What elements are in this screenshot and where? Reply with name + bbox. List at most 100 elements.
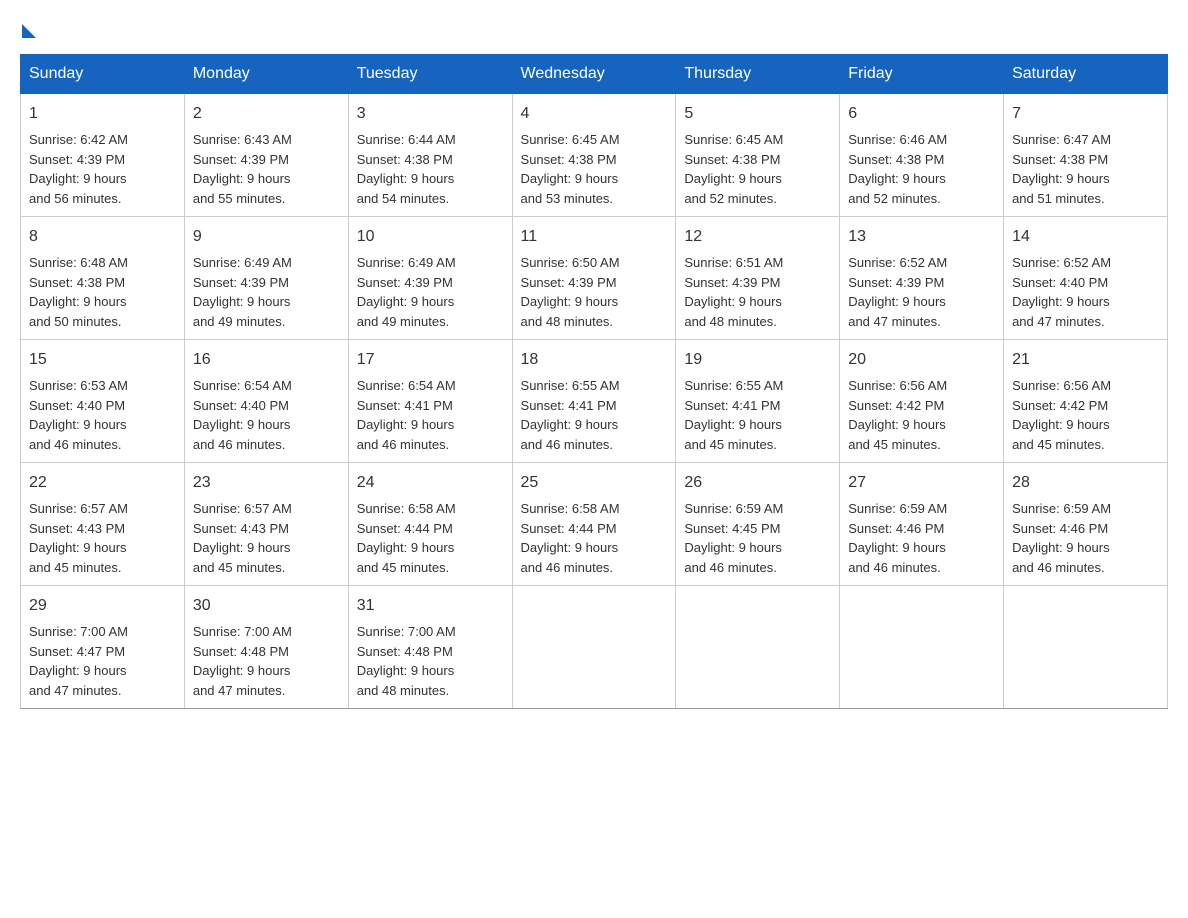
day-number: 20 [848, 348, 995, 372]
daylight-label: Daylight: 9 hours [357, 294, 455, 309]
day-number: 12 [684, 225, 831, 249]
calendar-cell [840, 586, 1004, 709]
daylight-label: Daylight: 9 hours [848, 417, 946, 432]
header-wednesday: Wednesday [512, 55, 676, 94]
sunset-label: Sunset: 4:48 PM [193, 644, 289, 659]
daylight-minutes: and 46 minutes. [848, 560, 941, 575]
day-number: 14 [1012, 225, 1159, 249]
calendar-cell: 10 Sunrise: 6:49 AM Sunset: 4:39 PM Dayl… [348, 217, 512, 340]
daylight-label: Daylight: 9 hours [521, 540, 619, 555]
sunset-label: Sunset: 4:46 PM [1012, 521, 1108, 536]
daylight-minutes: and 46 minutes. [193, 437, 286, 452]
daylight-minutes: and 45 minutes. [684, 437, 777, 452]
sunset-label: Sunset: 4:41 PM [357, 398, 453, 413]
calendar-cell: 3 Sunrise: 6:44 AM Sunset: 4:38 PM Dayli… [348, 94, 512, 217]
sunset-label: Sunset: 4:39 PM [193, 152, 289, 167]
daylight-minutes: and 47 minutes. [193, 683, 286, 698]
sunset-label: Sunset: 4:38 PM [29, 275, 125, 290]
sunset-label: Sunset: 4:40 PM [29, 398, 125, 413]
calendar-cell: 13 Sunrise: 6:52 AM Sunset: 4:39 PM Dayl… [840, 217, 1004, 340]
day-number: 5 [684, 102, 831, 126]
day-number: 21 [1012, 348, 1159, 372]
calendar-cell: 17 Sunrise: 6:54 AM Sunset: 4:41 PM Dayl… [348, 340, 512, 463]
sunrise-label: Sunrise: 6:42 AM [29, 132, 128, 147]
calendar-cell: 6 Sunrise: 6:46 AM Sunset: 4:38 PM Dayli… [840, 94, 1004, 217]
sunset-label: Sunset: 4:39 PM [848, 275, 944, 290]
daylight-label: Daylight: 9 hours [193, 417, 291, 432]
sunrise-label: Sunrise: 6:57 AM [29, 501, 128, 516]
day-number: 23 [193, 471, 340, 495]
sunrise-label: Sunrise: 6:52 AM [848, 255, 947, 270]
calendar-cell: 18 Sunrise: 6:55 AM Sunset: 4:41 PM Dayl… [512, 340, 676, 463]
daylight-minutes: and 46 minutes. [521, 560, 614, 575]
sunrise-label: Sunrise: 7:00 AM [29, 624, 128, 639]
sunrise-label: Sunrise: 6:44 AM [357, 132, 456, 147]
day-number: 19 [684, 348, 831, 372]
week-row-4: 22 Sunrise: 6:57 AM Sunset: 4:43 PM Dayl… [21, 463, 1168, 586]
daylight-label: Daylight: 9 hours [29, 540, 127, 555]
daylight-label: Daylight: 9 hours [684, 417, 782, 432]
week-row-1: 1 Sunrise: 6:42 AM Sunset: 4:39 PM Dayli… [21, 94, 1168, 217]
calendar-cell: 31 Sunrise: 7:00 AM Sunset: 4:48 PM Dayl… [348, 586, 512, 709]
calendar-cell: 1 Sunrise: 6:42 AM Sunset: 4:39 PM Dayli… [21, 94, 185, 217]
calendar-cell: 15 Sunrise: 6:53 AM Sunset: 4:40 PM Dayl… [21, 340, 185, 463]
daylight-minutes: and 51 minutes. [1012, 191, 1105, 206]
sunset-label: Sunset: 4:38 PM [848, 152, 944, 167]
sunset-label: Sunset: 4:44 PM [521, 521, 617, 536]
header-sunday: Sunday [21, 55, 185, 94]
day-number: 3 [357, 102, 504, 126]
sunrise-label: Sunrise: 6:54 AM [357, 378, 456, 393]
sunrise-label: Sunrise: 6:59 AM [684, 501, 783, 516]
day-number: 24 [357, 471, 504, 495]
daylight-minutes: and 45 minutes. [193, 560, 286, 575]
logo-arrow-icon [22, 24, 36, 38]
sunset-label: Sunset: 4:44 PM [357, 521, 453, 536]
sunset-label: Sunset: 4:38 PM [521, 152, 617, 167]
calendar-cell: 28 Sunrise: 6:59 AM Sunset: 4:46 PM Dayl… [1004, 463, 1168, 586]
calendar-header-row: SundayMondayTuesdayWednesdayThursdayFrid… [21, 55, 1168, 94]
calendar-cell: 29 Sunrise: 7:00 AM Sunset: 4:47 PM Dayl… [21, 586, 185, 709]
daylight-label: Daylight: 9 hours [357, 540, 455, 555]
calendar-cell: 4 Sunrise: 6:45 AM Sunset: 4:38 PM Dayli… [512, 94, 676, 217]
daylight-minutes: and 56 minutes. [29, 191, 122, 206]
daylight-label: Daylight: 9 hours [1012, 540, 1110, 555]
sunrise-label: Sunrise: 6:58 AM [357, 501, 456, 516]
daylight-minutes: and 52 minutes. [684, 191, 777, 206]
day-number: 8 [29, 225, 176, 249]
day-number: 6 [848, 102, 995, 126]
day-number: 10 [357, 225, 504, 249]
daylight-label: Daylight: 9 hours [193, 663, 291, 678]
sunrise-label: Sunrise: 6:53 AM [29, 378, 128, 393]
daylight-label: Daylight: 9 hours [1012, 171, 1110, 186]
daylight-minutes: and 48 minutes. [357, 683, 450, 698]
sunrise-label: Sunrise: 6:55 AM [521, 378, 620, 393]
day-number: 29 [29, 594, 176, 618]
sunrise-label: Sunrise: 6:45 AM [684, 132, 783, 147]
day-number: 25 [521, 471, 668, 495]
daylight-minutes: and 49 minutes. [357, 314, 450, 329]
daylight-minutes: and 45 minutes. [848, 437, 941, 452]
sunrise-label: Sunrise: 7:00 AM [357, 624, 456, 639]
daylight-minutes: and 47 minutes. [29, 683, 122, 698]
daylight-label: Daylight: 9 hours [357, 663, 455, 678]
daylight-label: Daylight: 9 hours [357, 171, 455, 186]
sunrise-label: Sunrise: 6:49 AM [357, 255, 456, 270]
daylight-label: Daylight: 9 hours [1012, 417, 1110, 432]
calendar-cell: 8 Sunrise: 6:48 AM Sunset: 4:38 PM Dayli… [21, 217, 185, 340]
daylight-minutes: and 54 minutes. [357, 191, 450, 206]
day-number: 1 [29, 102, 176, 126]
calendar-cell: 11 Sunrise: 6:50 AM Sunset: 4:39 PM Dayl… [512, 217, 676, 340]
daylight-label: Daylight: 9 hours [29, 663, 127, 678]
sunset-label: Sunset: 4:43 PM [193, 521, 289, 536]
daylight-label: Daylight: 9 hours [521, 171, 619, 186]
daylight-label: Daylight: 9 hours [193, 294, 291, 309]
page-header [20, 20, 1168, 34]
calendar-cell: 26 Sunrise: 6:59 AM Sunset: 4:45 PM Dayl… [676, 463, 840, 586]
day-number: 22 [29, 471, 176, 495]
daylight-label: Daylight: 9 hours [1012, 294, 1110, 309]
calendar-cell: 20 Sunrise: 6:56 AM Sunset: 4:42 PM Dayl… [840, 340, 1004, 463]
daylight-label: Daylight: 9 hours [521, 417, 619, 432]
sunset-label: Sunset: 4:38 PM [684, 152, 780, 167]
week-row-5: 29 Sunrise: 7:00 AM Sunset: 4:47 PM Dayl… [21, 586, 1168, 709]
calendar-cell: 25 Sunrise: 6:58 AM Sunset: 4:44 PM Dayl… [512, 463, 676, 586]
